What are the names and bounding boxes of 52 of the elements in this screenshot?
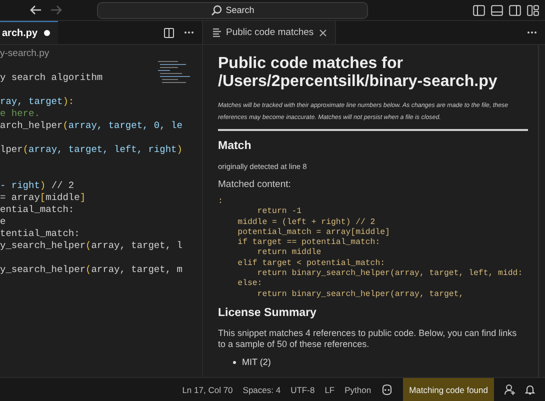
status-item[interactable]: Ln 17, Col 70 <box>182 384 233 394</box>
code-line: ential_match: <box>0 204 74 215</box>
status-item[interactable]: LF <box>324 384 335 394</box>
sidebar-toggle-icon[interactable] <box>473 4 485 16</box>
code-line: return binary_search_helper(array, target, left, midd: <box>256 269 523 279</box>
code-line: return middle <box>256 248 322 259</box>
bullet-icon <box>233 360 236 364</box>
bell-icon[interactable] <box>525 384 535 395</box>
split-editor-icon[interactable] <box>164 28 174 38</box>
copilot-icon[interactable] <box>381 384 394 395</box>
code-line: e <box>0 216 6 227</box>
secondary-sidebar-icon[interactable] <box>509 4 521 16</box>
close-icon[interactable] <box>318 28 327 36</box>
code-line: - right) // 2 <box>0 180 74 191</box>
status-item[interactable]: Spaces: 4 <box>242 384 281 394</box>
minimap-drawing[interactable] <box>158 61 190 83</box>
back-arrow-icon[interactable] <box>30 5 42 15</box>
code-line: lper(array, target, left, right) <box>0 144 182 155</box>
preview-tab[interactable]: Public code matches <box>203 21 336 44</box>
matched-content-label: Matched content: <box>218 179 292 190</box>
code-line: : <box>218 197 223 208</box>
code-line: = array[middle] <box>0 192 86 203</box>
panel-toggle-icon[interactable] <box>491 4 503 16</box>
code-line: potential_match = array[middle] <box>236 228 390 238</box>
person-icon[interactable] <box>504 384 515 395</box>
code-line: elif target < potential_match: <box>236 258 386 269</box>
code-line: middle = (left + right) // 2 <box>236 218 376 228</box>
code-line: y_search_helper(array, target, m <box>0 264 182 275</box>
section-heading: Match <box>218 140 252 152</box>
layout-icon[interactable] <box>527 4 539 16</box>
code-line: return binary_search_helper(array, target, <box>256 290 464 300</box>
page-title: Public code matches for /Users/2percentsilk/binary-search.py <box>218 55 498 91</box>
document-icon <box>213 28 221 37</box>
search-field[interactable]: Search <box>97 2 368 18</box>
status-item[interactable]: UTF-8 <box>290 384 315 394</box>
breadcrumb[interactable]: y-search.py <box>0 48 202 60</box>
editor-tab[interactable]: arch.py <box>0 21 58 44</box>
code-line: if target == potential_match: <box>236 238 380 248</box>
search-icon <box>210 4 222 16</box>
code-line: e here. <box>0 108 40 119</box>
license-summary-text: This snippet matches 4 references to public code. Below, you can find links to a sample of 50 of these references. <box>218 328 518 350</box>
code-line: tential_match: <box>0 228 80 239</box>
status-notice[interactable]: Matching code found <box>403 378 494 401</box>
code-line: arch_helper(array, target, 0, le <box>0 120 182 131</box>
code-line: else: <box>236 279 262 290</box>
code-line: y search algorithm <box>0 72 103 83</box>
status-item[interactable]: Python <box>344 384 372 394</box>
code-line: return -1 <box>256 207 302 218</box>
license-item: MIT (2) <box>242 356 271 368</box>
code-line: y_search_helper(array, target, l <box>0 240 182 251</box>
code-line: ray, target): <box>0 96 74 107</box>
section-heading: License Summary <box>218 306 318 319</box>
